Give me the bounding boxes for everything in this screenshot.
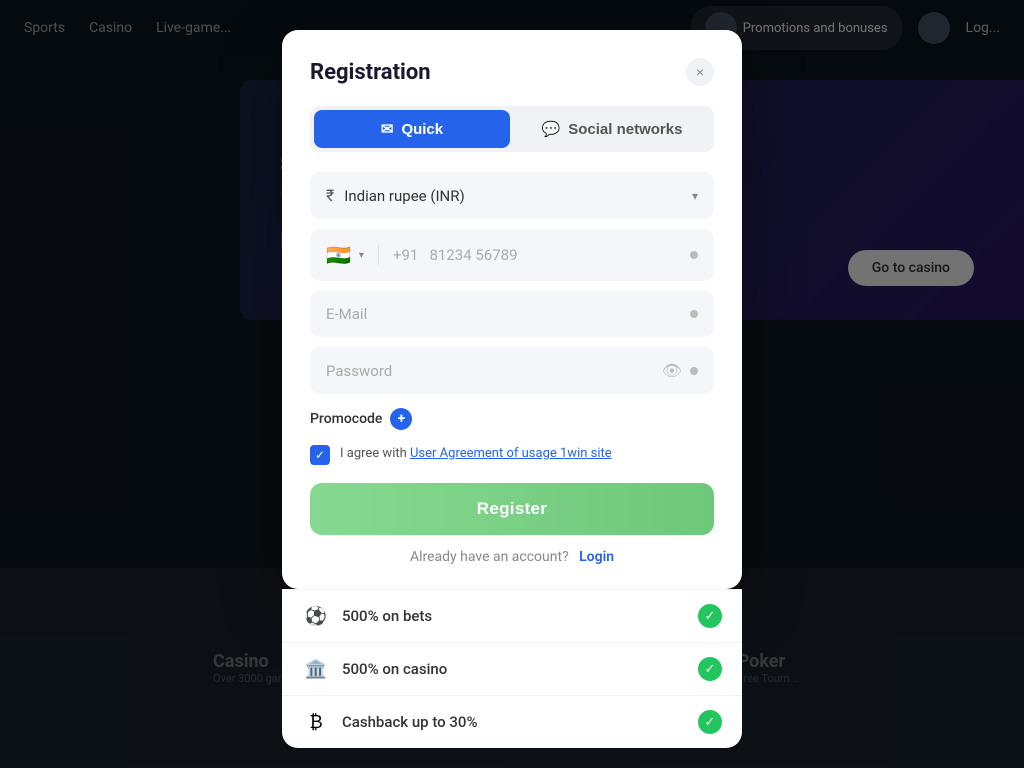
agreement-row: ✓ I agree with User Agreement of usage 1… <box>310 444 714 465</box>
agreement-checkbox[interactable]: ✓ <box>310 445 330 465</box>
tab-quick[interactable]: ✉ Quick <box>314 110 510 148</box>
tab-social-networks[interactable]: 💬 Social networks <box>514 110 710 148</box>
eye-icon: 👁 <box>662 361 682 380</box>
phone-prefix: +91 81234 56789 <box>393 246 682 264</box>
agreement-link[interactable]: User Agreement of usage 1win site <box>410 446 612 461</box>
email-placeholder: E-Mail <box>326 305 682 323</box>
promo-bets-text: 500% on bets <box>342 607 686 625</box>
registration-modal-container: Registration × ✉ Quick 💬 Social networks… <box>282 30 742 748</box>
login-row: Already have an account? Login <box>310 549 714 565</box>
password-placeholder: Password <box>326 362 654 380</box>
currency-value: Indian rupee (INR) <box>344 187 682 205</box>
registration-tabs: ✉ Quick 💬 Social networks <box>310 106 714 152</box>
tab-quick-label: Quick <box>401 121 443 138</box>
close-button[interactable]: × <box>686 58 714 86</box>
agreement-text: I agree with User Agreement of usage 1wi… <box>340 444 612 464</box>
checkmark-icon: ✓ <box>315 448 325 462</box>
phone-field[interactable]: 🇮🇳 ▾ +91 81234 56789 <box>310 229 714 281</box>
promo-casino-text: 500% on casino <box>342 660 686 678</box>
casino-building-icon: 🏛️ <box>302 659 330 680</box>
register-button[interactable]: Register <box>310 483 714 535</box>
promocode-row: Promocode + <box>310 408 714 430</box>
already-account-text: Already have an account? <box>410 549 569 565</box>
password-field-indicator <box>690 367 698 375</box>
rupee-icon: ₹ <box>326 186 334 205</box>
registration-modal: Registration × ✉ Quick 💬 Social networks… <box>282 30 742 589</box>
promo-item-cashback: ₿ Cashback up to 30% ✓ <box>282 695 742 748</box>
promo-item-bets: ⚽ 500% on bets ✓ <box>282 589 742 642</box>
form-fields: ₹ Indian rupee (INR) ▾ 🇮🇳 ▾ +91 81234 56… <box>310 172 714 394</box>
bitcoin-icon: ₿ <box>302 712 330 733</box>
phone-field-indicator <box>690 251 698 259</box>
chat-icon: 💬 <box>542 120 561 138</box>
modal-title: Registration <box>310 60 431 85</box>
promo-panel: ⚽ 500% on bets ✓ 🏛️ 500% on casino ✓ ₿ C… <box>282 589 742 748</box>
password-field[interactable]: Password 👁 <box>310 347 714 394</box>
promo-cashback-check-icon: ✓ <box>698 710 722 734</box>
email-field[interactable]: E-Mail <box>310 291 714 337</box>
promo-item-casino: 🏛️ 500% on casino ✓ <box>282 642 742 695</box>
promo-cashback-text: Cashback up to 30% <box>342 713 686 731</box>
modal-header: Registration × <box>310 58 714 86</box>
promo-casino-check-icon: ✓ <box>698 657 722 681</box>
india-flag-icon: 🇮🇳 <box>326 243 351 267</box>
promocode-add-button[interactable]: + <box>390 408 412 430</box>
email-field-indicator <box>690 310 698 318</box>
country-dropdown-arrow: ▾ <box>359 250 364 261</box>
tab-social-label: Social networks <box>568 121 682 138</box>
login-link[interactable]: Login <box>579 549 614 565</box>
promocode-label: Promocode <box>310 411 382 427</box>
chevron-down-icon: ▾ <box>692 189 698 203</box>
soccer-ball-icon: ⚽ <box>302 606 330 627</box>
promo-bets-check-icon: ✓ <box>698 604 722 628</box>
currency-select[interactable]: ₹ Indian rupee (INR) ▾ <box>310 172 714 219</box>
envelope-icon: ✉ <box>381 120 394 138</box>
phone-divider <box>378 245 379 265</box>
